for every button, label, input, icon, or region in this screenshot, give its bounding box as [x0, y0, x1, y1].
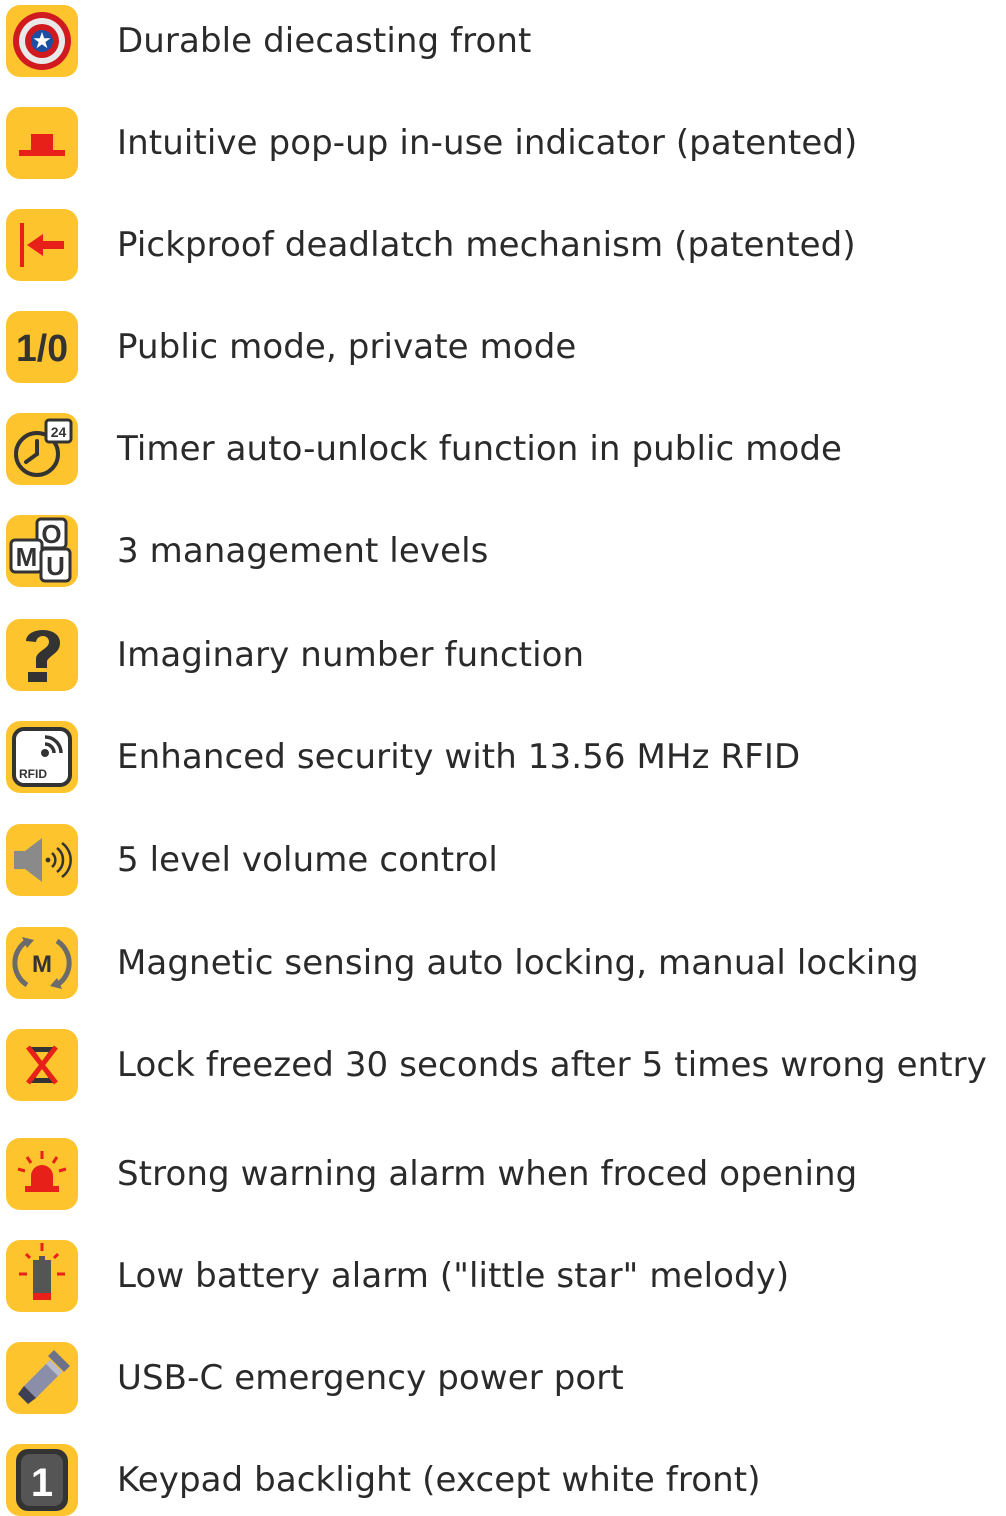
- freeze-icon: [6, 1029, 78, 1101]
- feature-label: 3 management levels: [117, 531, 489, 571]
- feature-item: RFID Enhanced security with 13.56 MHz RF…: [0, 721, 1006, 793]
- feature-item: Strong warning alarm when froced opening: [0, 1138, 1006, 1210]
- feature-label: Enhanced security with 13.56 MHz RFID: [117, 737, 801, 777]
- svg-text:24: 24: [51, 424, 67, 440]
- svg-text:M: M: [16, 542, 38, 572]
- feature-item: 1/0 Public mode, private mode: [0, 311, 1006, 383]
- svg-text:RFID: RFID: [19, 767, 47, 781]
- timer-icon: 24: [6, 413, 78, 485]
- svg-text:U: U: [46, 551, 65, 581]
- feature-item: Low battery alarm ("little star" melody): [0, 1240, 1006, 1312]
- feature-item: USB-C emergency power port: [0, 1342, 1006, 1414]
- feature-label: Durable diecasting front: [117, 21, 532, 61]
- feature-item: M Magnetic sensing auto locking, manual …: [0, 927, 1006, 999]
- svg-text:O: O: [41, 519, 61, 549]
- feature-list: Durable diecasting front Intuitive pop-u…: [0, 0, 1006, 1516]
- svg-text:M: M: [32, 951, 52, 978]
- feature-label: Keypad backlight (except white front): [117, 1460, 761, 1500]
- usb-c-icon: [6, 1342, 78, 1414]
- feature-label: 5 level volume control: [117, 840, 498, 880]
- rfid-icon: RFID: [6, 721, 78, 793]
- mode-toggle-icon: 1/0: [6, 311, 78, 383]
- feature-item: Pickproof deadlatch mechanism (patented): [0, 209, 1006, 281]
- keypad-backlight-icon: 1: [6, 1444, 78, 1516]
- management-levels-icon: O M U: [6, 515, 78, 587]
- shield-icon: [6, 5, 78, 77]
- feature-item: 24 Timer auto-unlock function in public …: [0, 413, 1006, 485]
- feature-label: Imaginary number function: [117, 635, 585, 675]
- feature-label: Magnetic sensing auto locking, manual lo…: [117, 943, 919, 983]
- volume-icon: [6, 824, 78, 896]
- feature-label: Intuitive pop-up in-use indicator (paten…: [117, 123, 858, 163]
- feature-label: Timer auto-unlock function in public mod…: [117, 429, 843, 469]
- feature-label: Strong warning alarm when froced opening: [117, 1154, 858, 1194]
- feature-item: Durable diecasting front: [0, 5, 1006, 77]
- svg-text:1/0: 1/0: [16, 328, 68, 370]
- feature-item: Imaginary number function: [0, 619, 1006, 691]
- feature-label: Pickproof deadlatch mechanism (patented): [117, 225, 856, 265]
- indicator-icon: [6, 107, 78, 179]
- svg-text:1: 1: [31, 1461, 53, 1505]
- low-battery-icon: [6, 1240, 78, 1312]
- feature-label: USB-C emergency power port: [117, 1358, 624, 1398]
- feature-item: O M U 3 management levels: [0, 515, 1006, 587]
- alarm-siren-icon: [6, 1138, 78, 1210]
- question-icon: [6, 619, 78, 691]
- deadlatch-icon: [6, 209, 78, 281]
- feature-item: 1 Keypad backlight (except white front): [0, 1444, 1006, 1516]
- feature-label: Lock freezed 30 seconds after 5 times wr…: [117, 1045, 987, 1085]
- feature-label: Public mode, private mode: [117, 327, 577, 367]
- feature-item: Lock freezed 30 seconds after 5 times wr…: [0, 1029, 1006, 1101]
- feature-item: Intuitive pop-up in-use indicator (paten…: [0, 107, 1006, 179]
- feature-item: 5 level volume control: [0, 824, 1006, 896]
- magnetic-lock-icon: M: [6, 927, 78, 999]
- feature-label: Low battery alarm ("little star" melody): [117, 1256, 790, 1296]
